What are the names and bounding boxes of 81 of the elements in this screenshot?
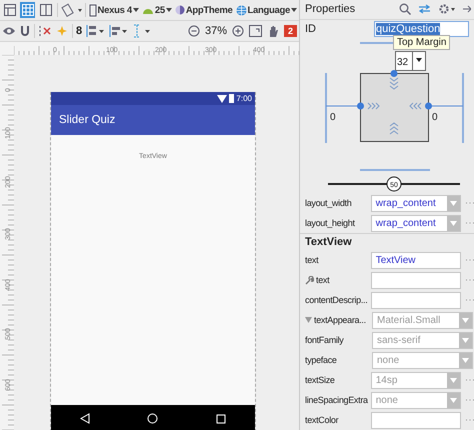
property-field[interactable] [370, 412, 461, 428]
language-dropdown[interactable]: Language [236, 4, 298, 16]
property-dropdown[interactable]: wrap_content [370, 214, 461, 232]
id-field[interactable]: quizQuestion [374, 20, 469, 37]
section-heading: TextView [300, 233, 474, 250]
zoom-out-icon[interactable] [188, 25, 200, 37]
view-mode-button[interactable] [20, 2, 36, 18]
property-label: contentDescrip... [305, 295, 368, 305]
property-label: lineSpacingExtra [305, 395, 368, 405]
app-title: Slider Quiz [59, 114, 116, 126]
zoom-level: 37% [204, 25, 227, 37]
status-time: 7:00 [236, 94, 252, 103]
align-icon[interactable] [108, 24, 128, 38]
home-icon[interactable] [147, 413, 158, 424]
property-dropdown[interactable]: wrap_content [370, 194, 461, 212]
back-icon[interactable] [80, 413, 90, 424]
device-dropdown[interactable]: Nexus 4 [88, 4, 139, 16]
caret-icon [450, 378, 457, 382]
warning-badge[interactable]: 2 [284, 25, 297, 37]
wrench-icon [305, 276, 314, 284]
theme-icon [174, 5, 185, 15]
caret-icon [450, 220, 457, 226]
globe-icon [236, 4, 247, 16]
property-field[interactable]: TextView [370, 252, 461, 268]
tooltip: Top Margin [393, 35, 450, 50]
constraint-line [360, 169, 430, 171]
layout-icon [39, 3, 54, 17]
property-label: layout_width [305, 198, 352, 208]
caret-icon [450, 200, 457, 206]
caret-icon [132, 8, 139, 12]
guideline-icon[interactable] [131, 24, 152, 38]
recents-icon[interactable] [216, 414, 226, 424]
battery-icon [229, 94, 234, 103]
chevrons-icon [409, 102, 422, 110]
wifi-icon [217, 94, 228, 102]
margin-value: 0 [330, 112, 336, 123]
view-mode-button[interactable] [38, 2, 54, 18]
clear-constraints-icon[interactable] [38, 25, 52, 37]
theme-button[interactable]: AppTheme [174, 4, 233, 16]
fit-screen-icon[interactable] [248, 25, 262, 37]
caret-icon [462, 318, 469, 322]
chevrons-icon [390, 122, 398, 134]
view-mode-button[interactable] [2, 2, 18, 18]
zoom-in-icon[interactable] [232, 25, 244, 37]
rotate-icon[interactable] [60, 3, 82, 17]
anchor-handle[interactable] [357, 102, 364, 110]
property-label: layout_height [305, 218, 355, 228]
margin-dropdown[interactable]: 32 [395, 51, 426, 71]
eye-icon[interactable] [2, 25, 16, 37]
margin-value: 0 [432, 112, 438, 123]
chevrons-icon [368, 102, 380, 110]
default-margin[interactable]: 8 [76, 25, 82, 37]
property-label: typeface [305, 355, 337, 365]
property-label: textSize [305, 375, 335, 385]
chevrons-icon [390, 78, 398, 90]
anchor-handle[interactable] [425, 102, 432, 110]
caret-icon [166, 8, 172, 12]
magnet-icon[interactable] [19, 25, 31, 37]
property-field[interactable] [370, 292, 461, 308]
caret-icon [291, 8, 298, 12]
property-label: text [316, 275, 330, 285]
anchor-handle[interactable] [390, 70, 398, 77]
property-label: textAppeara... [314, 315, 366, 325]
layout-icon [20, 3, 35, 17]
caret-icon [462, 358, 469, 362]
search-icon[interactable] [399, 3, 411, 16]
caret-icon [462, 338, 469, 342]
android-icon [142, 6, 154, 14]
gear-icon[interactable] [438, 3, 456, 16]
phone-icon [88, 4, 97, 16]
property-label: textColor [305, 415, 338, 425]
property-label: text [305, 255, 318, 265]
api-dropdown[interactable]: 25 [142, 4, 172, 16]
caret-icon [450, 398, 457, 402]
swap-arrows-icon[interactable] [418, 4, 431, 14]
property-label: fontFamily [305, 335, 344, 345]
layout-icon [2, 3, 17, 17]
view-box [360, 73, 429, 142]
panel-title: Properties [305, 3, 356, 16]
id-label: ID [305, 22, 316, 35]
property-field[interactable] [370, 272, 461, 288]
